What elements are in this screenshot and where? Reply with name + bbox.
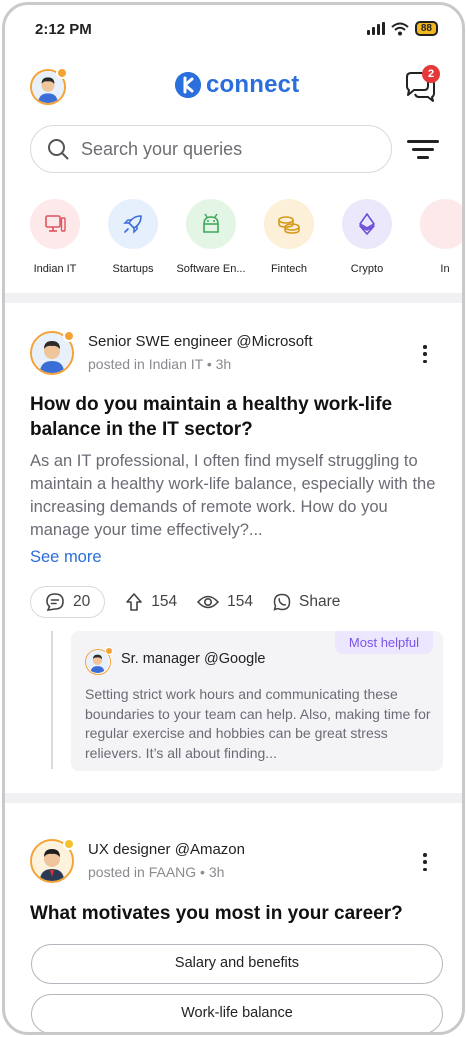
post-actions: 20 154 154 Share <box>30 586 340 618</box>
connect-logo-icon <box>175 72 201 98</box>
section-divider <box>5 793 462 803</box>
reply-body: Setting strict work hours and communicat… <box>85 686 431 761</box>
eye-icon <box>197 595 220 609</box>
messages-button[interactable]: 2 <box>402 65 440 105</box>
more-options-icon[interactable] <box>422 853 428 871</box>
post-author: UX designer @Amazon <box>88 841 245 858</box>
post-meta: posted in FAANG • 3h <box>88 864 225 880</box>
poll-option[interactable]: Work-life balance <box>31 994 443 1032</box>
category-startups[interactable]: Startups <box>108 199 158 275</box>
top-reply-card[interactable]: Most helpful Sr. manager @Google Setting… <box>71 631 443 771</box>
post-title[interactable]: How do you maintain a healthy work-life … <box>30 392 440 442</box>
poll-post-card[interactable]: UX designer @Amazon posted in FAANG • 3h… <box>5 803 462 1032</box>
android-icon <box>186 199 236 249</box>
poll-option[interactable]: Salary and benefits <box>31 944 443 984</box>
wifi-icon <box>391 22 409 35</box>
desktop-icon <box>30 199 80 249</box>
status-icons: 88 <box>366 21 438 36</box>
category-crypto[interactable]: Crypto <box>342 199 392 275</box>
profile-badge-icon <box>56 67 68 79</box>
partial-icon <box>420 199 462 249</box>
search-input[interactable] <box>81 138 361 160</box>
category-fintech[interactable]: Fintech <box>264 199 314 275</box>
upvote-arrow-icon <box>126 593 143 611</box>
see-more-link[interactable]: See more <box>30 548 102 567</box>
category-label: Indian IT <box>33 263 77 275</box>
reply-author-avatar[interactable] <box>85 647 113 675</box>
ethereum-icon <box>342 199 392 249</box>
category-label: Crypto <box>350 263 384 275</box>
profile-avatar[interactable] <box>30 67 68 105</box>
post-body: As an IT professional, I often find myse… <box>30 452 436 539</box>
filter-button[interactable] <box>406 137 440 163</box>
comments-button[interactable]: 20 <box>30 586 106 618</box>
app-header: connect 2 <box>5 61 462 113</box>
star-badge-icon <box>105 647 113 655</box>
category-label: In <box>440 263 450 275</box>
category-indian-it[interactable]: Indian IT <box>30 199 80 275</box>
category-list: Indian IT Startups Software En... Fintech Cr… <box>30 199 462 275</box>
crown-badge-icon <box>63 838 75 850</box>
signal-icon <box>366 22 385 35</box>
share-button[interactable]: Share <box>273 593 340 611</box>
search-icon <box>48 139 69 160</box>
coins-icon <box>264 199 314 249</box>
post-author: Senior SWE engineer @Microsoft <box>88 333 313 350</box>
reply-thread-line <box>51 631 53 769</box>
author-avatar[interactable] <box>30 838 75 883</box>
upvote-count: 154 <box>151 593 178 610</box>
most-helpful-badge: Most helpful <box>334 631 433 654</box>
post-meta: posted in Indian IT • 3h <box>88 356 232 372</box>
battery-icon: 88 <box>414 21 438 36</box>
status-time: 2:12 PM <box>35 21 92 38</box>
section-divider <box>5 293 462 303</box>
logo-text: connect <box>206 71 300 98</box>
status-bar: 2:12 PM 88 <box>5 5 462 57</box>
more-options-icon[interactable] <box>422 345 428 363</box>
rocket-icon <box>108 199 158 249</box>
share-label: Share <box>299 593 341 610</box>
phone-frame: 2:12 PM 88 connect 2 Search your queries… <box>2 2 465 1035</box>
category-label: Fintech <box>270 263 308 275</box>
comments-count: 20 <box>73 593 91 610</box>
post-card[interactable]: Senior SWE engineer @Microsoft posted in… <box>5 303 462 791</box>
search-bar[interactable] <box>30 125 392 173</box>
views-count: 154 <box>227 593 253 610</box>
category-label: Startups <box>112 263 154 275</box>
author-avatar[interactable] <box>30 330 75 375</box>
category-software-en[interactable]: Software En... <box>176 199 246 275</box>
category-in[interactable]: In <box>420 199 462 275</box>
category-label: Software En... <box>176 263 246 275</box>
comment-icon <box>46 593 64 611</box>
whatsapp-icon <box>273 593 291 611</box>
star-badge-icon <box>63 330 75 342</box>
filter-icon <box>407 140 439 143</box>
app-logo: connect <box>175 71 299 99</box>
views-indicator: 154 <box>197 593 253 611</box>
post-title[interactable]: What motivates you most in your career? <box>30 901 440 926</box>
messages-count-badge: 2 <box>422 65 440 83</box>
upvote-button[interactable]: 154 <box>125 592 177 612</box>
reply-author: Sr. manager @Google <box>121 651 266 667</box>
